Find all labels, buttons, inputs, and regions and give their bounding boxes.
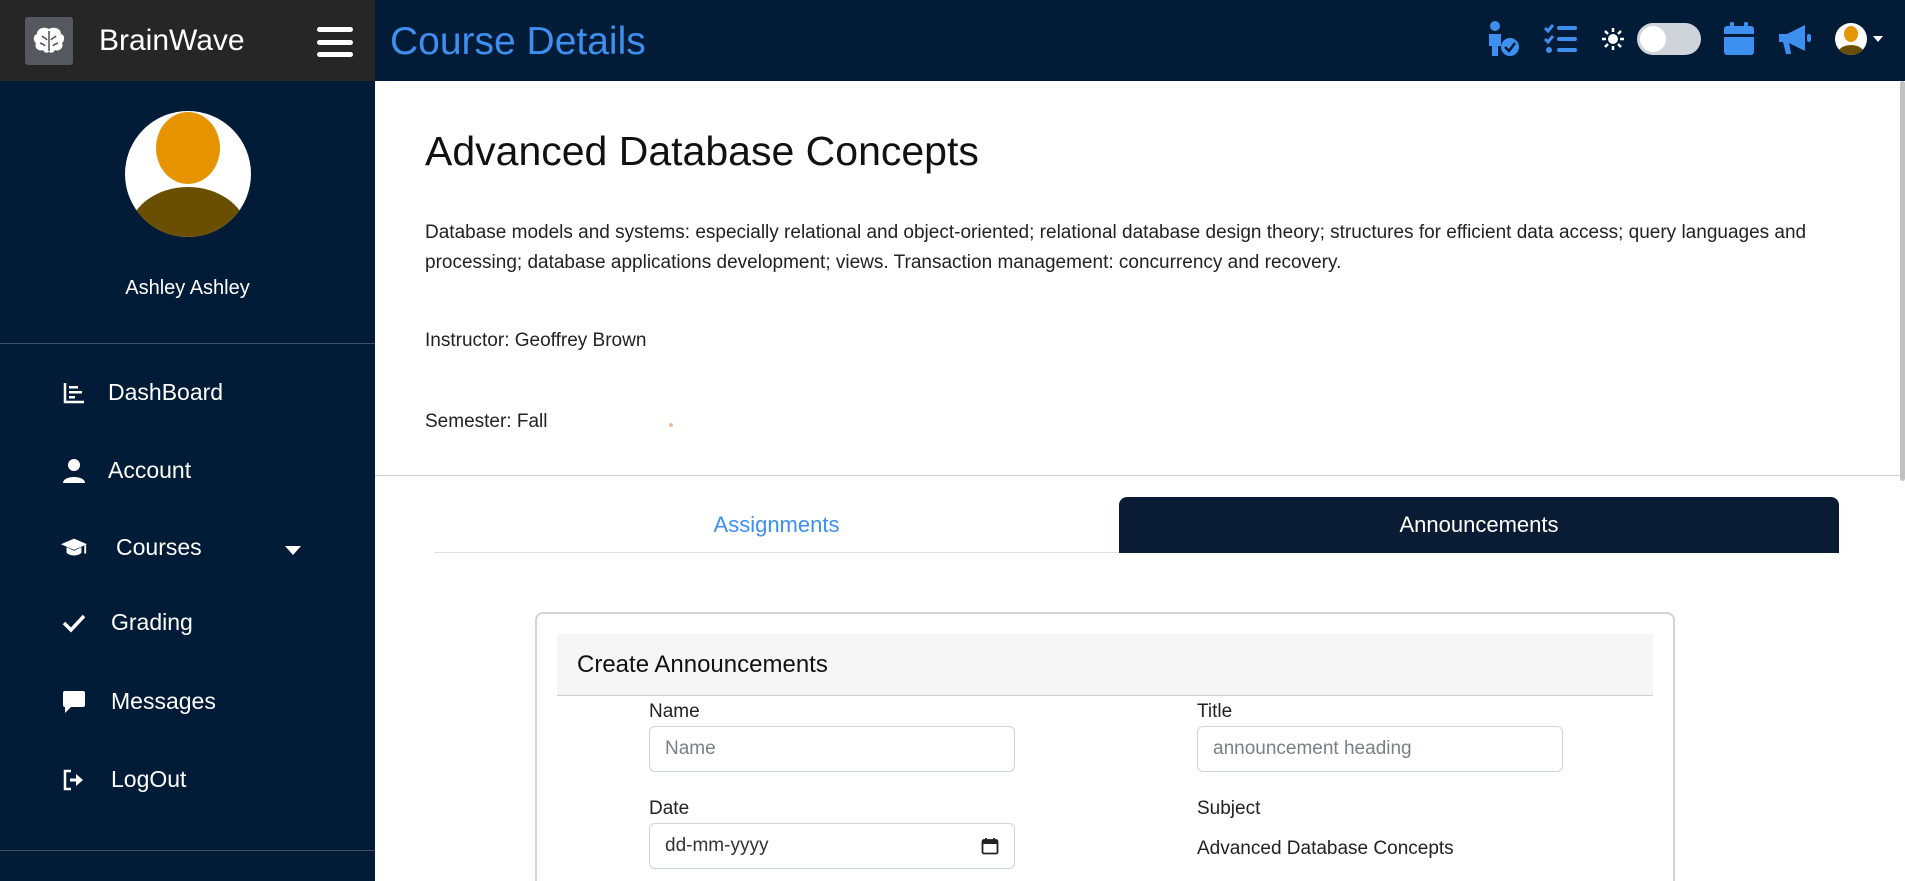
person-check-icon[interactable] <box>1481 20 1521 58</box>
name-input[interactable] <box>649 726 1015 772</box>
task-list-icon[interactable] <box>1543 23 1579 55</box>
course-tabs: Assignments Announcements <box>434 497 1839 553</box>
user-avatar-menu[interactable] <box>1835 23 1883 55</box>
chart-icon <box>60 382 88 404</box>
section-divider <box>375 475 1900 476</box>
subject-value: Advanced Database Concepts <box>1197 838 1454 859</box>
sidebar-item-label: Courses <box>116 534 202 560</box>
sidebar-item-label: Grading <box>111 609 193 635</box>
logout-icon <box>60 769 88 791</box>
sidebar-item-grading[interactable]: Grading <box>60 609 193 636</box>
hamburger-menu-icon[interactable] <box>317 27 353 57</box>
tab-assignments[interactable]: Assignments <box>434 497 1119 553</box>
sun-icon[interactable] <box>1601 27 1625 51</box>
sidebar-divider <box>0 850 375 851</box>
sidebar-item-label: LogOut <box>111 766 187 792</box>
user-icon <box>60 458 88 483</box>
toggle-knob <box>1640 26 1666 52</box>
name-label: Name <box>649 701 700 722</box>
chevron-down-icon <box>1873 36 1883 42</box>
sidebar-item-account[interactable]: Account <box>60 457 191 484</box>
page-title: Course Details <box>390 20 646 63</box>
graduation-cap-icon <box>60 536 88 560</box>
sidebar-item-courses[interactable]: Courses <box>60 534 202 561</box>
announcement-title-input[interactable] <box>1197 726 1563 772</box>
create-announcement-card: Create Announcements Name Title Date dd-… <box>535 612 1675 881</box>
sidebar-item-label: Account <box>108 457 192 483</box>
sidebar: Ashley Ashley DashBoard Account Courses … <box>0 81 375 881</box>
chevron-down-icon[interactable] <box>285 546 301 555</box>
megaphone-icon[interactable] <box>1777 23 1813 55</box>
course-semester: Semester: Fall <box>425 411 548 432</box>
sidebar-item-messages[interactable]: Messages <box>60 688 216 715</box>
subject-label: Subject <box>1197 798 1261 819</box>
page-scrollbar[interactable] <box>1900 81 1905 481</box>
top-icon-bar <box>1459 14 1883 64</box>
brand-name: BrainWave <box>99 23 245 57</box>
course-title: Advanced Database Concepts <box>425 128 979 174</box>
check-icon <box>60 613 88 633</box>
calendar-picker-icon[interactable] <box>981 837 999 855</box>
sidebar-item-label: Messages <box>111 688 216 714</box>
sidebar-item-dashboard[interactable]: DashBoard <box>60 379 223 406</box>
course-instructor: Instructor: Geoffrey Brown <box>425 330 647 351</box>
chat-icon <box>60 690 88 714</box>
sidebar-item-logout[interactable]: LogOut <box>60 766 186 793</box>
theme-toggle[interactable] <box>1637 23 1701 55</box>
sidebar-divider <box>0 343 375 344</box>
date-label: Date <box>649 798 690 819</box>
decorative-dot <box>669 423 673 427</box>
calendar-icon[interactable] <box>1723 22 1755 56</box>
main-content: Advanced Database Concepts Database mode… <box>375 81 1900 881</box>
user-name: Ashley Ashley <box>125 277 250 299</box>
title-label: Title <box>1197 701 1233 722</box>
date-input[interactable]: dd-mm-yyyy <box>649 823 1015 869</box>
date-placeholder: dd-mm-yyyy <box>665 835 769 856</box>
user-avatar-icon <box>1835 23 1867 55</box>
top-navbar: Course Details <box>375 0 1905 81</box>
card-header: Create Announcements <box>557 634 1653 696</box>
tab-announcements[interactable]: Announcements <box>1119 497 1839 553</box>
profile-avatar <box>125 111 251 237</box>
card-title: Create Announcements <box>577 651 828 678</box>
brain-logo-icon <box>25 16 73 65</box>
app-frame: BrainWave Course Details Ashley Ashley D… <box>0 0 1905 881</box>
course-description: Database models and systems: especially … <box>425 222 1807 273</box>
sidebar-item-label: DashBoard <box>108 379 224 405</box>
